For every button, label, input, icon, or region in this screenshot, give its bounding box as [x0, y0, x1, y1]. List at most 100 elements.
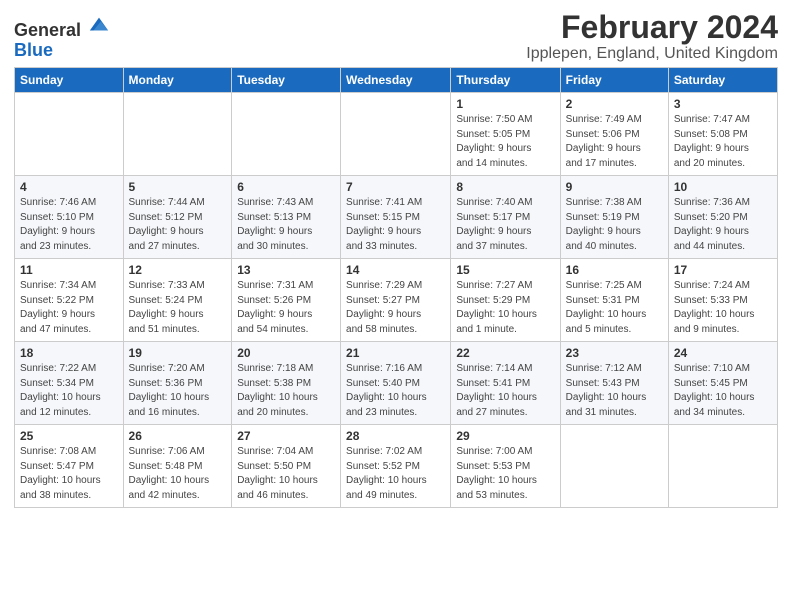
- day-number: 15: [456, 263, 554, 277]
- day-number: 1: [456, 97, 554, 111]
- header: General Blue February 2024 Ipplepen, Eng…: [14, 10, 778, 63]
- day-info: Sunrise: 7:04 AMSunset: 5:50 PMDaylight:…: [237, 445, 335, 503]
- day-number: 14: [346, 263, 445, 277]
- day-number: 5: [129, 180, 227, 194]
- day-number: 16: [566, 263, 663, 277]
- table-row: 26 Sunrise: 7:06 AMSunset: 5:48 PMDayligh…: [123, 425, 232, 508]
- logo-text: General Blue: [14, 14, 110, 61]
- day-number: 29: [456, 429, 554, 443]
- day-info: Sunrise: 7:22 AMSunset: 5:34 PMDaylight:…: [20, 362, 118, 420]
- table-row: [341, 93, 451, 176]
- day-number: 22: [456, 346, 554, 360]
- table-row: [123, 93, 232, 176]
- table-row: 1 Sunrise: 7:50 AMSunset: 5:05 PMDaylight…: [451, 93, 560, 176]
- table-row: 17Sunrise: 7:24 AMSunset: 5:33 PMDayligh…: [668, 259, 777, 342]
- calendar-week-row: 11 Sunrise: 7:34 AMSunset: 5:22 PMDayligh…: [15, 259, 778, 342]
- day-info: Sunrise: 7:33 AMSunset: 5:24 PMDaylight:…: [129, 279, 227, 337]
- calendar-week-row: 4Sunrise: 7:46 AMSunset: 5:10 PMDaylight…: [15, 176, 778, 259]
- day-info: Sunrise: 7:12 AMSunset: 5:43 PMDaylight:…: [566, 362, 663, 420]
- day-info: Sunrise: 7:50 AMSunset: 5:05 PMDaylight:…: [456, 113, 554, 171]
- day-info: Sunrise: 7:02 AMSunset: 5:52 PMDaylight:…: [346, 445, 445, 503]
- day-number: 11: [20, 263, 118, 277]
- table-row: 24 Sunrise: 7:10 AMSunset: 5:45 PMDayligh…: [668, 342, 777, 425]
- table-row: 13 Sunrise: 7:31 AMSunset: 5:26 PMDayligh…: [232, 259, 341, 342]
- col-thursday: Thursday: [451, 68, 560, 93]
- table-row: [668, 425, 777, 508]
- day-info: Sunrise: 7:43 AMSunset: 5:13 PMDaylight:…: [237, 196, 335, 254]
- table-row: 23 Sunrise: 7:12 AMSunset: 5:43 PMDayligh…: [560, 342, 668, 425]
- table-row: 20 Sunrise: 7:18 AMSunset: 5:38 PMDayligh…: [232, 342, 341, 425]
- day-info: Sunrise: 7:00 AMSunset: 5:53 PMDaylight:…: [456, 445, 554, 503]
- title-block: February 2024 Ipplepen, England, United …: [526, 10, 778, 63]
- table-row: 29 Sunrise: 7:00 AMSunset: 5:53 PMDayligh…: [451, 425, 560, 508]
- table-row: [232, 93, 341, 176]
- day-info: Sunrise: 7:06 AMSunset: 5:48 PMDaylight:…: [129, 445, 227, 503]
- day-number: 21: [346, 346, 445, 360]
- col-sunday: Sunday: [15, 68, 124, 93]
- day-number: 17: [674, 263, 772, 277]
- day-number: 19: [129, 346, 227, 360]
- day-info: Sunrise: 7:41 AMSunset: 5:15 PMDaylight:…: [346, 196, 445, 254]
- table-row: 25Sunrise: 7:08 AMSunset: 5:47 PMDayligh…: [15, 425, 124, 508]
- col-saturday: Saturday: [668, 68, 777, 93]
- day-info: Sunrise: 7:29 AMSunset: 5:27 PMDaylight:…: [346, 279, 445, 337]
- day-number: 6: [237, 180, 335, 194]
- col-monday: Monday: [123, 68, 232, 93]
- day-number: 13: [237, 263, 335, 277]
- day-number: 8: [456, 180, 554, 194]
- day-number: 2: [566, 97, 663, 111]
- day-info: Sunrise: 7:18 AMSunset: 5:38 PMDaylight:…: [237, 362, 335, 420]
- table-row: 7 Sunrise: 7:41 AMSunset: 5:15 PMDaylight…: [341, 176, 451, 259]
- day-number: 23: [566, 346, 663, 360]
- day-info: Sunrise: 7:16 AMSunset: 5:40 PMDaylight:…: [346, 362, 445, 420]
- day-number: 3: [674, 97, 772, 111]
- day-info: Sunrise: 7:31 AMSunset: 5:26 PMDaylight:…: [237, 279, 335, 337]
- calendar-week-row: 1 Sunrise: 7:50 AMSunset: 5:05 PMDaylight…: [15, 93, 778, 176]
- table-row: 8 Sunrise: 7:40 AMSunset: 5:17 PMDaylight…: [451, 176, 560, 259]
- calendar-week-row: 25Sunrise: 7:08 AMSunset: 5:47 PMDayligh…: [15, 425, 778, 508]
- table-row: 10Sunrise: 7:36 AMSunset: 5:20 PMDayligh…: [668, 176, 777, 259]
- day-info: Sunrise: 7:46 AMSunset: 5:10 PMDaylight:…: [20, 196, 118, 254]
- col-wednesday: Wednesday: [341, 68, 451, 93]
- table-row: 28Sunrise: 7:02 AMSunset: 5:52 PMDayligh…: [341, 425, 451, 508]
- day-number: 20: [237, 346, 335, 360]
- day-info: Sunrise: 7:14 AMSunset: 5:41 PMDaylight:…: [456, 362, 554, 420]
- logo: General Blue: [14, 14, 110, 61]
- day-number: 9: [566, 180, 663, 194]
- day-number: 24: [674, 346, 772, 360]
- table-row: 15 Sunrise: 7:27 AMSunset: 5:29 PMDayligh…: [451, 259, 560, 342]
- day-info: Sunrise: 7:20 AMSunset: 5:36 PMDaylight:…: [129, 362, 227, 420]
- table-row: 2 Sunrise: 7:49 AMSunset: 5:06 PMDaylight…: [560, 93, 668, 176]
- table-row: [560, 425, 668, 508]
- table-row: 5 Sunrise: 7:44 AMSunset: 5:12 PMDaylight…: [123, 176, 232, 259]
- day-info: Sunrise: 7:27 AMSunset: 5:29 PMDaylight:…: [456, 279, 554, 337]
- table-row: 16Sunrise: 7:25 AMSunset: 5:31 PMDayligh…: [560, 259, 668, 342]
- calendar-header-row: Sunday Monday Tuesday Wednesday Thursday…: [15, 68, 778, 93]
- day-number: 7: [346, 180, 445, 194]
- table-row: 12Sunrise: 7:33 AMSunset: 5:24 PMDayligh…: [123, 259, 232, 342]
- table-row: 4Sunrise: 7:46 AMSunset: 5:10 PMDaylight…: [15, 176, 124, 259]
- day-info: Sunrise: 7:34 AMSunset: 5:22 PMDaylight:…: [20, 279, 118, 337]
- logo-blue: Blue: [14, 40, 53, 60]
- table-row: 27Sunrise: 7:04 AMSunset: 5:50 PMDayligh…: [232, 425, 341, 508]
- col-tuesday: Tuesday: [232, 68, 341, 93]
- day-number: 18: [20, 346, 118, 360]
- day-info: Sunrise: 7:40 AMSunset: 5:17 PMDaylight:…: [456, 196, 554, 254]
- table-row: 6 Sunrise: 7:43 AMSunset: 5:13 PMDaylight…: [232, 176, 341, 259]
- day-info: Sunrise: 7:10 AMSunset: 5:45 PMDaylight:…: [674, 362, 772, 420]
- table-row: 22 Sunrise: 7:14 AMSunset: 5:41 PMDayligh…: [451, 342, 560, 425]
- calendar-table: Sunday Monday Tuesday Wednesday Thursday…: [14, 67, 778, 508]
- table-row: 18 Sunrise: 7:22 AMSunset: 5:34 PMDayligh…: [15, 342, 124, 425]
- day-info: Sunrise: 7:08 AMSunset: 5:47 PMDaylight:…: [20, 445, 118, 503]
- page-container: General Blue February 2024 Ipplepen, Eng…: [0, 0, 792, 514]
- day-info: Sunrise: 7:36 AMSunset: 5:20 PMDaylight:…: [674, 196, 772, 254]
- table-row: 9Sunrise: 7:38 AMSunset: 5:19 PMDaylight…: [560, 176, 668, 259]
- day-info: Sunrise: 7:44 AMSunset: 5:12 PMDaylight:…: [129, 196, 227, 254]
- logo-icon: [88, 14, 110, 36]
- main-title: February 2024: [526, 10, 778, 45]
- day-info: Sunrise: 7:49 AMSunset: 5:06 PMDaylight:…: [566, 113, 663, 171]
- day-number: 26: [129, 429, 227, 443]
- table-row: 14 Sunrise: 7:29 AMSunset: 5:27 PMDayligh…: [341, 259, 451, 342]
- table-row: 21 Sunrise: 7:16 AMSunset: 5:40 PMDayligh…: [341, 342, 451, 425]
- subtitle: Ipplepen, England, United Kingdom: [526, 45, 778, 63]
